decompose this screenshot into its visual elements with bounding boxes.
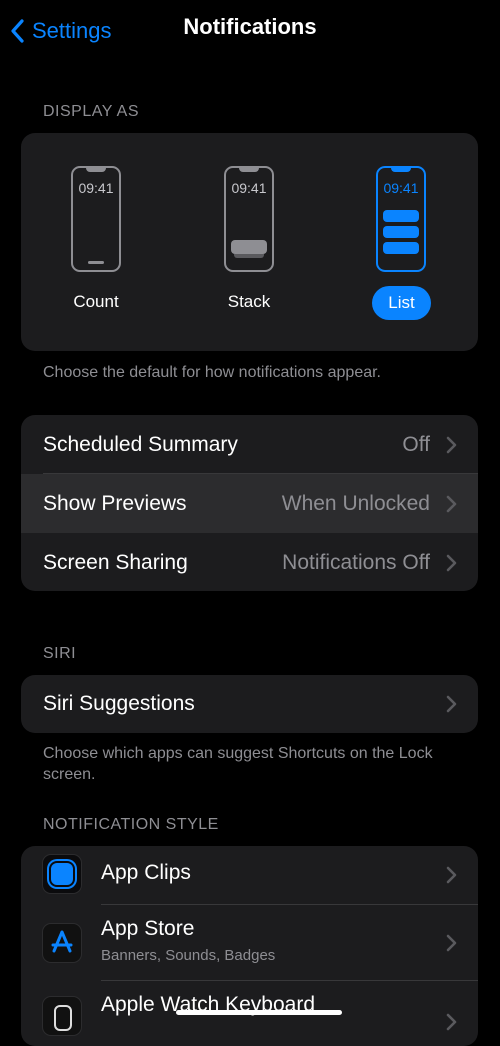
display-option-stack[interactable]: 09:41 Stack [204, 158, 294, 338]
apps-card: App Clips App Store Banners, Sounds, Bad… [21, 846, 478, 1046]
chevron-right-icon [446, 695, 457, 713]
stack-phone-icon: 09:41 [224, 166, 274, 272]
stack-label: Stack [227, 292, 271, 311]
chevron-right-icon [446, 934, 457, 952]
show-previews-row[interactable]: Show Previews When Unlocked [21, 474, 478, 533]
screen-sharing-row[interactable]: Screen Sharing Notifications Off [21, 533, 478, 591]
siri-suggestions-row[interactable]: Siri Suggestions [21, 675, 478, 733]
siri-card: Siri Suggestions [21, 675, 478, 733]
app-clips-icon [42, 854, 82, 894]
chevron-right-icon [446, 495, 457, 513]
app-store-row[interactable]: App Store Banners, Sounds, Badges [21, 905, 478, 981]
app-clips-row[interactable]: App Clips [21, 846, 478, 904]
notification-style-header: NOTIFICATION STYLE [43, 816, 219, 833]
display-as-header: DISPLAY AS [43, 103, 140, 120]
back-button[interactable]: Settings [10, 14, 112, 48]
notification-settings-card: Scheduled Summary Off Show Previews When… [21, 415, 478, 591]
list-label-selected[interactable]: List [372, 286, 431, 320]
apple-watch-icon [42, 996, 82, 1036]
siri-footer: Choose which apps can suggest Shortcuts … [43, 745, 433, 783]
chevron-right-icon [446, 554, 457, 572]
scheduled-summary-row[interactable]: Scheduled Summary Off [21, 415, 478, 474]
navigation-bar: Settings Notifications [0, 0, 500, 62]
count-label: Count [73, 292, 119, 311]
chevron-right-icon [446, 436, 457, 454]
count-phone-icon: 09:41 [71, 166, 121, 272]
display-option-count[interactable]: 09:41 Count [51, 158, 141, 338]
chevron-right-icon [446, 866, 457, 884]
app-store-icon [42, 923, 82, 963]
list-phone-icon: 09:41 [376, 166, 426, 272]
chevron-right-icon [446, 1013, 457, 1031]
display-as-footer: Choose the default for how notifications… [43, 364, 381, 381]
home-indicator[interactable] [176, 1010, 342, 1015]
back-label: Settings [32, 18, 112, 43]
chevron-left-icon [11, 19, 24, 43]
siri-header: SIRI [43, 645, 77, 662]
